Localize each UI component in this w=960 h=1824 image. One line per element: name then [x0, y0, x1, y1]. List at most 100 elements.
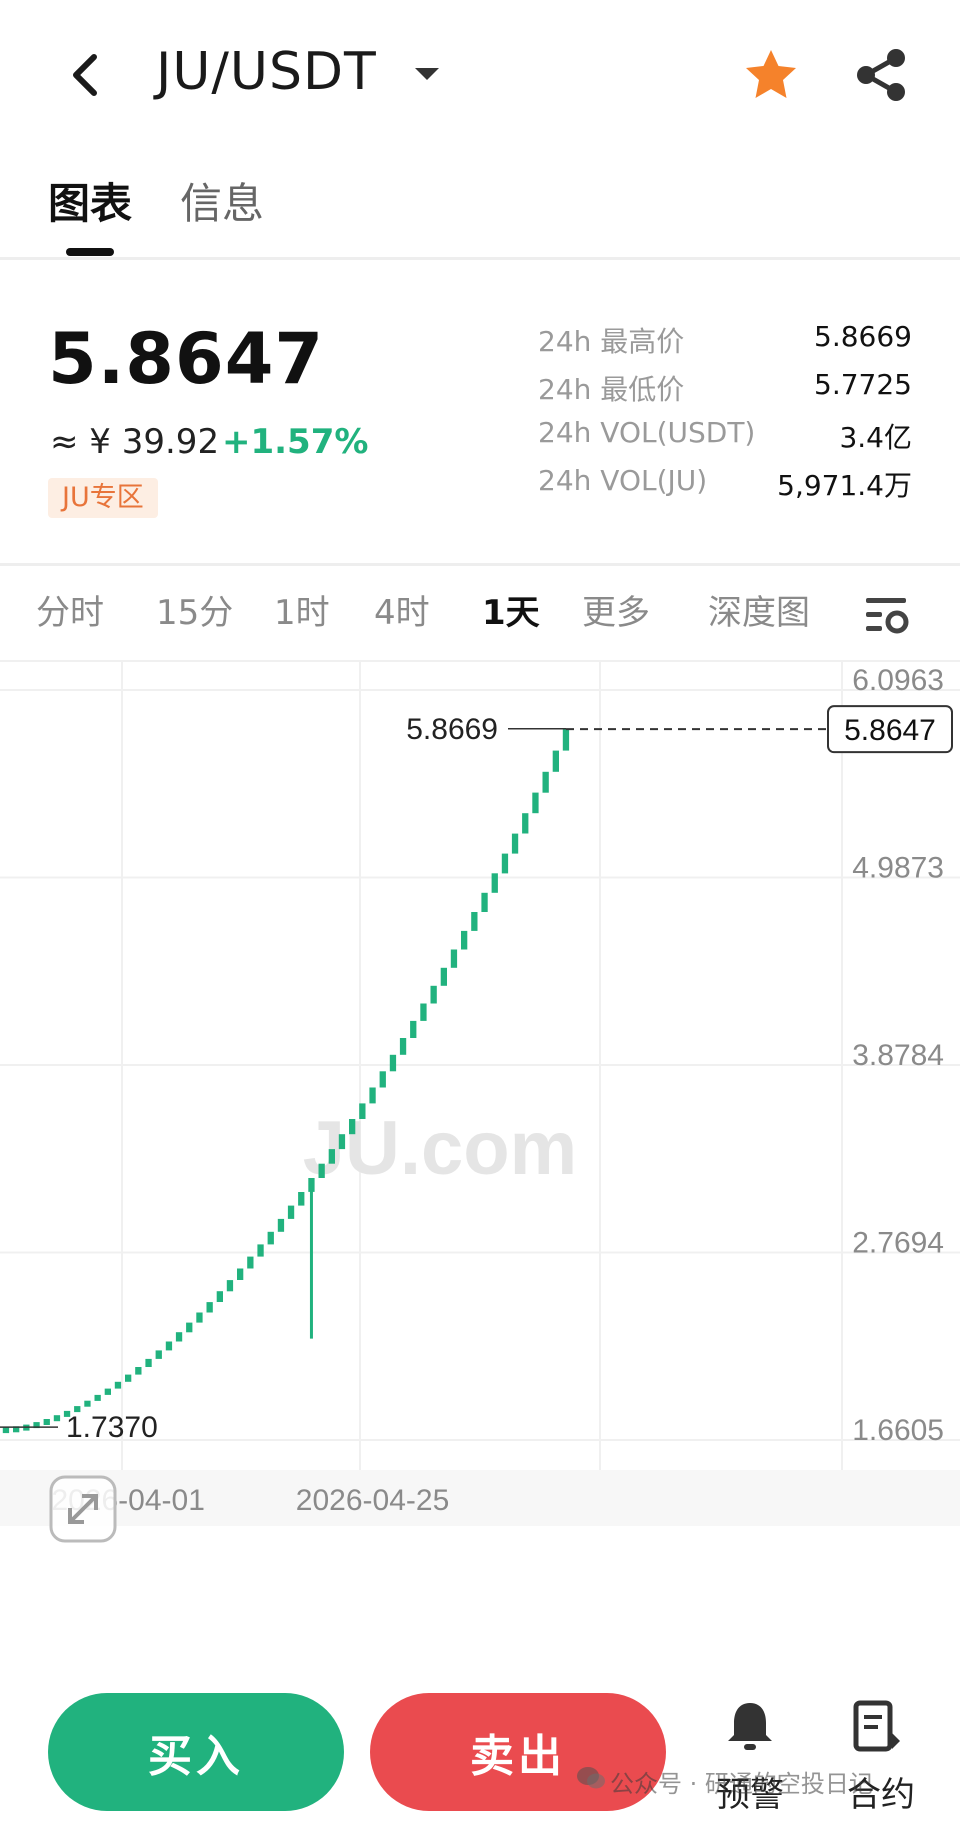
x-axis: 2026-04-01 2026-04-25 [0, 1470, 960, 1526]
candle [206, 1302, 213, 1313]
candle [562, 729, 570, 751]
kline-chart[interactable]: JU.com 6.09634.98733.87842.76941.6605 5.… [0, 662, 960, 1660]
candle [450, 949, 458, 968]
pair-title[interactable]: JU/USDT [156, 42, 377, 102]
candle [165, 1341, 173, 1351]
candle [237, 1268, 244, 1280]
stat-value: 3.4亿 [839, 421, 912, 454]
y-tick-label: 3.8784 [852, 1039, 944, 1072]
candle [318, 1163, 325, 1178]
candle [471, 912, 478, 931]
candle [399, 1038, 407, 1055]
candle [216, 1291, 223, 1302]
stat-low: 24h 最低价 5.7725 [538, 368, 912, 410]
expand-chart-icon[interactable] [48, 1474, 118, 1544]
candle [226, 1280, 234, 1292]
price-change-percent: +1.57% [222, 422, 369, 462]
candle [461, 930, 468, 950]
interval-timeshare[interactable]: 分时 [36, 585, 104, 634]
interval-bar: 分时 15分 1时 4时 1天 更多 深度图 [0, 585, 960, 645]
candle [369, 1087, 376, 1104]
contract-icon [853, 1700, 900, 1752]
candle [53, 1415, 61, 1422]
dropdown-caret-icon[interactable] [412, 62, 442, 86]
interval-more[interactable]: 更多 [582, 585, 650, 634]
candle [481, 892, 488, 912]
candle [389, 1054, 397, 1072]
candle [104, 1388, 111, 1395]
candle [135, 1367, 142, 1375]
interval-15m[interactable]: 15分 [156, 585, 233, 634]
candle [267, 1231, 274, 1245]
candle [2, 1427, 10, 1434]
candle [410, 1020, 417, 1038]
candle [43, 1419, 50, 1425]
y-tick-label: 1.6605 [852, 1414, 944, 1447]
page-tabs: 图表 信息 [0, 160, 960, 260]
candle [298, 1192, 305, 1206]
stat-value: 5.8669 [814, 320, 912, 353]
back-arrow-icon[interactable] [60, 45, 110, 105]
high-price-label: 5.8669 [406, 713, 498, 746]
y-axis: 6.0963 4.9873 3.8784 2.7694 1.6605 [852, 664, 944, 1447]
stat-label: 24h VOL(USDT) [538, 416, 756, 449]
zone-badge[interactable]: JU专区 [48, 478, 158, 518]
chart-settings-icon[interactable] [862, 590, 912, 640]
stat-label: 24h 最低价 [538, 373, 685, 406]
price-alert-button[interactable]: 预警 [700, 1693, 800, 1818]
contract-button[interactable]: 合约 [826, 1693, 936, 1818]
stat-volume-usdt: 24h VOL(USDT) 3.4亿 [538, 416, 912, 458]
price-markers: 5.8669 5.8647 1.7370 [0, 705, 953, 1444]
interval-1h[interactable]: 1时 [274, 585, 330, 634]
candle [186, 1322, 193, 1333]
candle [532, 792, 539, 814]
last-price: 5.8647 [48, 318, 325, 400]
wechat-watermark: 公众号 · 研通的空投日记 [610, 1770, 873, 1798]
section-divider [0, 563, 960, 566]
y-tick-label: 4.9873 [852, 852, 944, 885]
tab-info[interactable]: 信息 [180, 170, 264, 231]
top-bar: JU/USDT [0, 0, 960, 150]
buy-button[interactable]: 买入 [48, 1693, 344, 1811]
candle [338, 1134, 346, 1150]
candle [114, 1381, 122, 1389]
share-icon[interactable] [852, 46, 910, 104]
tab-chart[interactable]: 图表 [48, 170, 132, 231]
candle [491, 873, 498, 893]
star-icon[interactable] [742, 46, 800, 104]
candle [247, 1256, 254, 1269]
candle [552, 750, 559, 772]
candle [522, 813, 529, 834]
candle [175, 1332, 183, 1342]
candle [277, 1218, 285, 1232]
bell-icon [728, 1703, 772, 1750]
candle [359, 1103, 366, 1119]
price-cny: ≈ ¥ 39.92 [50, 422, 220, 462]
candle [125, 1374, 132, 1382]
y-tick-label: 2.7694 [852, 1227, 944, 1260]
candle [94, 1394, 101, 1401]
candle [501, 853, 509, 874]
candle [542, 771, 549, 793]
wechat-icon [577, 1767, 605, 1789]
low-price-label: 1.7370 [66, 1411, 158, 1444]
stat-value: 5,971.4万 [777, 469, 912, 502]
chart-grid [0, 662, 960, 1470]
candles [2, 729, 570, 1434]
candle [511, 833, 519, 854]
last-price-tag: 5.8647 [844, 714, 936, 747]
candle [287, 1205, 295, 1219]
candle [379, 1071, 386, 1088]
candle [328, 1149, 335, 1164]
candle [257, 1244, 264, 1257]
candle [420, 1003, 427, 1021]
interval-1d[interactable]: 1天 [482, 585, 540, 634]
interval-4h[interactable]: 4时 [374, 585, 430, 634]
candle [349, 1119, 356, 1135]
x-tick-label: 2026-04-25 [296, 1484, 449, 1517]
candle [155, 1350, 162, 1359]
candle [84, 1400, 91, 1407]
interval-depth[interactable]: 深度图 [708, 585, 810, 634]
stat-label: 24h VOL(JU) [538, 464, 708, 497]
stat-high: 24h 最高价 5.8669 [538, 320, 912, 362]
